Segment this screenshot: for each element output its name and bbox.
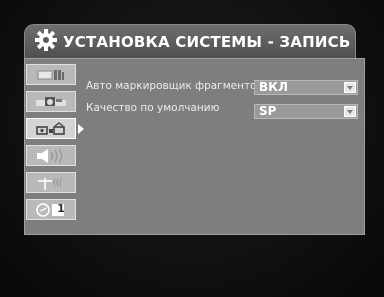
video-settings-icon bbox=[37, 69, 64, 80]
setting-select-default-quality[interactable]: SP bbox=[254, 104, 358, 119]
setting-label-auto-marker: Авто маркировщик фрагментов bbox=[86, 80, 263, 92]
setting-value-auto-marker: ВКЛ bbox=[259, 80, 288, 94]
nav-item-picture[interactable] bbox=[26, 91, 76, 112]
nav-item-recording[interactable] bbox=[26, 118, 76, 139]
speaker-icon bbox=[37, 148, 63, 163]
antenna-icon bbox=[38, 177, 62, 190]
setting-value-default-quality: SP bbox=[259, 104, 277, 118]
tv-screen: УСТАНОВКА СИСТЕМЫ - ЗАПИСЬ 1 Авто маркир… bbox=[0, 0, 384, 297]
active-indicator-arrow bbox=[78, 124, 84, 134]
setting-label-default-quality: Качество по умолчанию bbox=[86, 102, 220, 114]
camera-icon bbox=[36, 96, 66, 106]
nav-item-audio[interactable] bbox=[26, 145, 76, 166]
recording-icon bbox=[36, 121, 65, 135]
setting-select-auto-marker[interactable]: ВКЛ bbox=[254, 80, 358, 95]
gear-icon bbox=[35, 29, 57, 51]
nav-item-video[interactable] bbox=[26, 64, 76, 85]
chevron-down-icon bbox=[344, 106, 356, 117]
settings-nav: 1 bbox=[26, 60, 84, 232]
nav-item-antenna[interactable] bbox=[26, 172, 76, 193]
nav-item-clock[interactable] bbox=[26, 199, 76, 220]
page-title: УСТАНОВКА СИСТЕМЫ - ЗАПИСЬ bbox=[63, 33, 351, 51]
chevron-down-icon bbox=[344, 82, 356, 93]
clock-badge: 1 bbox=[57, 202, 65, 215]
